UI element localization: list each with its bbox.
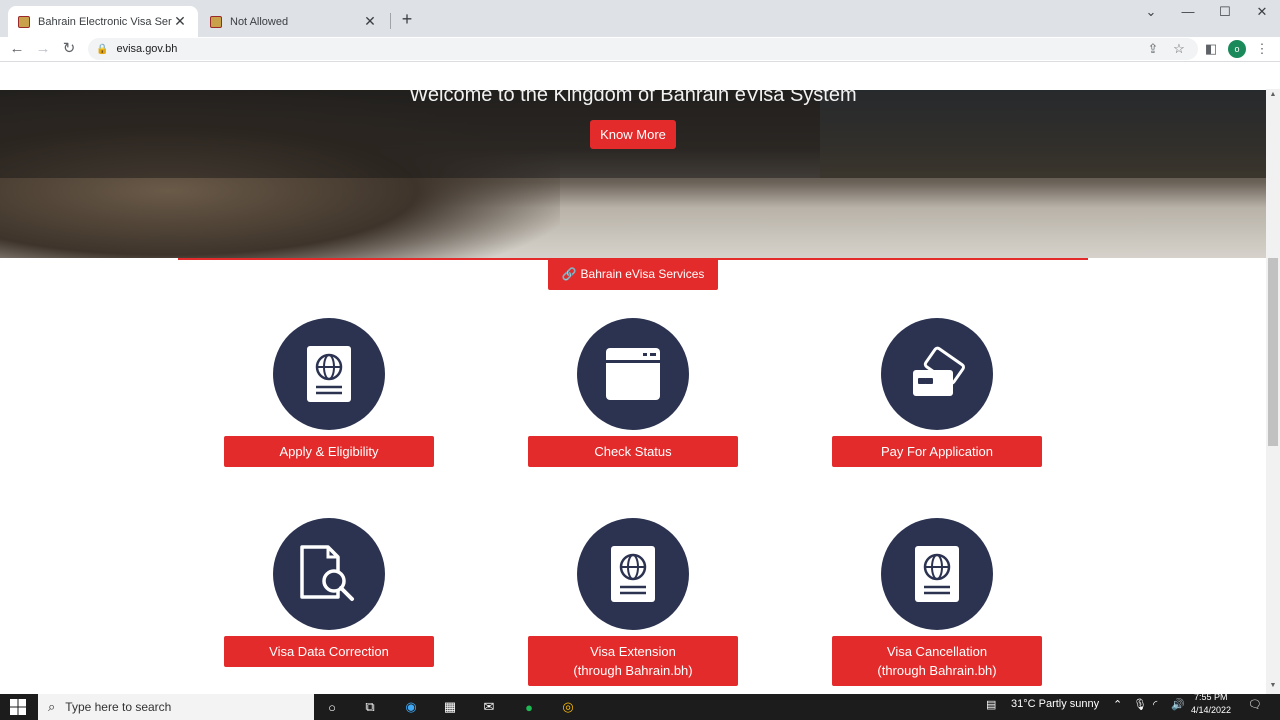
tab-divider (390, 13, 391, 29)
minimize-window-button[interactable]: — (1178, 4, 1198, 19)
edge-browser-icon[interactable]: ◉ (401, 697, 421, 717)
tab-search-chevron-icon[interactable]: ⌄ (1141, 4, 1161, 20)
weather-text[interactable]: 31°C Partly sunny (1011, 698, 1099, 710)
new-tab-button[interactable]: + (398, 10, 416, 28)
service-label: Visa Cancellation (886, 644, 988, 659)
services-heading: Bahrain eVisa Services (580, 267, 705, 281)
visa-data-correction-button[interactable]: Visa Data Correction (224, 636, 434, 667)
tab-bahrain-evisa[interactable]: Bahrain Electronic Visa Service ✕ (8, 6, 198, 37)
document-search-icon[interactable] (273, 518, 385, 630)
address-bar[interactable]: 🔒 evisa.gov.bh (88, 38, 1198, 60)
search-icon: ⌕ (48, 699, 56, 714)
service-label: Visa Data Correction (269, 644, 389, 659)
bahrain-favicon-icon (210, 15, 222, 28)
notifications-icon[interactable]: 🗨 (1248, 698, 1262, 711)
side-panel-icon[interactable]: ◧ (1203, 41, 1219, 57)
pay-for-application-button[interactable]: Pay For Application (832, 436, 1042, 467)
bahrain-favicon-icon (18, 15, 30, 28)
microphone-icon[interactable]: 🎙 (1133, 698, 1147, 711)
credit-card-icon[interactable] (881, 318, 993, 430)
hero-banner: Welcome to the Kingdom of Bahrain eVisa … (0, 90, 1266, 258)
link-icon: 🔗 (561, 267, 577, 281)
passport-icon[interactable] (577, 518, 689, 630)
windows-taskbar: ⌕ Type here to search ○ ⧉ ◉ ▦ ✉ ● ◎ ▤ 31… (0, 692, 1280, 720)
visa-extension-button[interactable]: Visa Extension (through Bahrain.bh) (528, 636, 738, 686)
forward-arrow-icon[interactable]: → (34, 40, 52, 58)
service-sublabel: (through Bahrain.bh) (573, 663, 693, 678)
clock-time[interactable]: 7:55 PM (1194, 692, 1228, 702)
service-label: Visa Extension (590, 644, 676, 659)
share-icon[interactable]: ⇪ (1145, 41, 1161, 57)
task-view-icon[interactable]: ⧉ (360, 697, 380, 717)
reload-icon[interactable]: ↻ (60, 40, 78, 58)
passport-icon[interactable] (881, 518, 993, 630)
maximize-window-button[interactable]: ☐ (1215, 4, 1235, 20)
windows-start-icon[interactable] (10, 699, 26, 715)
search-placeholder: Type here to search (65, 700, 172, 714)
tab-title: Bahrain Electronic Visa Service (38, 15, 172, 28)
evisa-services-button[interactable]: 🔗 Bahrain eVisa Services (548, 258, 718, 290)
close-window-button[interactable]: ✕ (1252, 4, 1272, 20)
menu-kebab-icon[interactable]: ⋮ (1254, 41, 1270, 57)
apply-eligibility-button[interactable]: Apply & Eligibility (224, 436, 434, 467)
taskbar-search-input[interactable]: ⌕ Type here to search (38, 694, 314, 720)
scroll-up-arrow-icon[interactable]: ▲ (1268, 91, 1278, 98)
bookmark-star-icon[interactable]: ☆ (1171, 41, 1187, 57)
browser-window-icon[interactable] (577, 318, 689, 430)
tab-not-allowed[interactable]: Not Allowed ✕ (200, 6, 388, 37)
tab-title: Not Allowed (230, 15, 289, 28)
clock-date[interactable]: 4/14/2022 (1191, 705, 1231, 715)
browser-toolbar: ← → ↻ 🔒 evisa.gov.bh ⇪ ☆ ◧ ⋮ (0, 37, 1280, 62)
spotify-icon[interactable]: ● (519, 697, 539, 717)
mail-icon[interactable]: ✉ (479, 697, 499, 717)
know-more-button[interactable]: Know More (590, 120, 676, 149)
chrome-icon[interactable]: ◎ (558, 697, 578, 717)
scrollbar-thumb[interactable] (1268, 258, 1278, 446)
service-label: Pay For Application (880, 444, 993, 459)
url-text: evisa.gov.bh (116, 43, 178, 55)
volume-icon[interactable]: 🔊 (1171, 698, 1185, 711)
service-label: Apply & Eligibility (279, 444, 379, 459)
close-tab-icon[interactable]: ✕ (172, 13, 188, 30)
cortana-icon[interactable]: ○ (322, 697, 342, 717)
lock-icon: 🔒 (96, 43, 109, 55)
visa-cancellation-button[interactable]: Visa Cancellation (through Bahrain.bh) (832, 636, 1042, 686)
weather-icon[interactable]: ▤ (986, 698, 996, 711)
hero-title: Welcome to the Kingdom of Bahrain eVisa … (409, 90, 857, 106)
tray-chevron-icon[interactable]: ⌃ (1113, 698, 1122, 711)
browser-tab-bar: Bahrain Electronic Visa Service ✕ Not Al… (0, 0, 1280, 37)
service-sublabel: (through Bahrain.bh) (877, 663, 997, 678)
scroll-down-arrow-icon[interactable]: ▼ (1268, 682, 1278, 689)
back-arrow-icon[interactable]: ← (8, 40, 26, 58)
passport-icon[interactable] (273, 318, 385, 430)
store-icon[interactable]: ▦ (440, 697, 460, 717)
profile-avatar[interactable]: o (1228, 40, 1246, 58)
network-icon[interactable]: ◜ (1153, 698, 1157, 711)
webpage: Welcome to the Kingdom of Bahrain eVisa … (0, 62, 1266, 694)
close-tab-icon[interactable]: ✕ (362, 13, 378, 30)
service-label: Check Status (594, 444, 672, 459)
check-status-button[interactable]: Check Status (528, 436, 738, 467)
